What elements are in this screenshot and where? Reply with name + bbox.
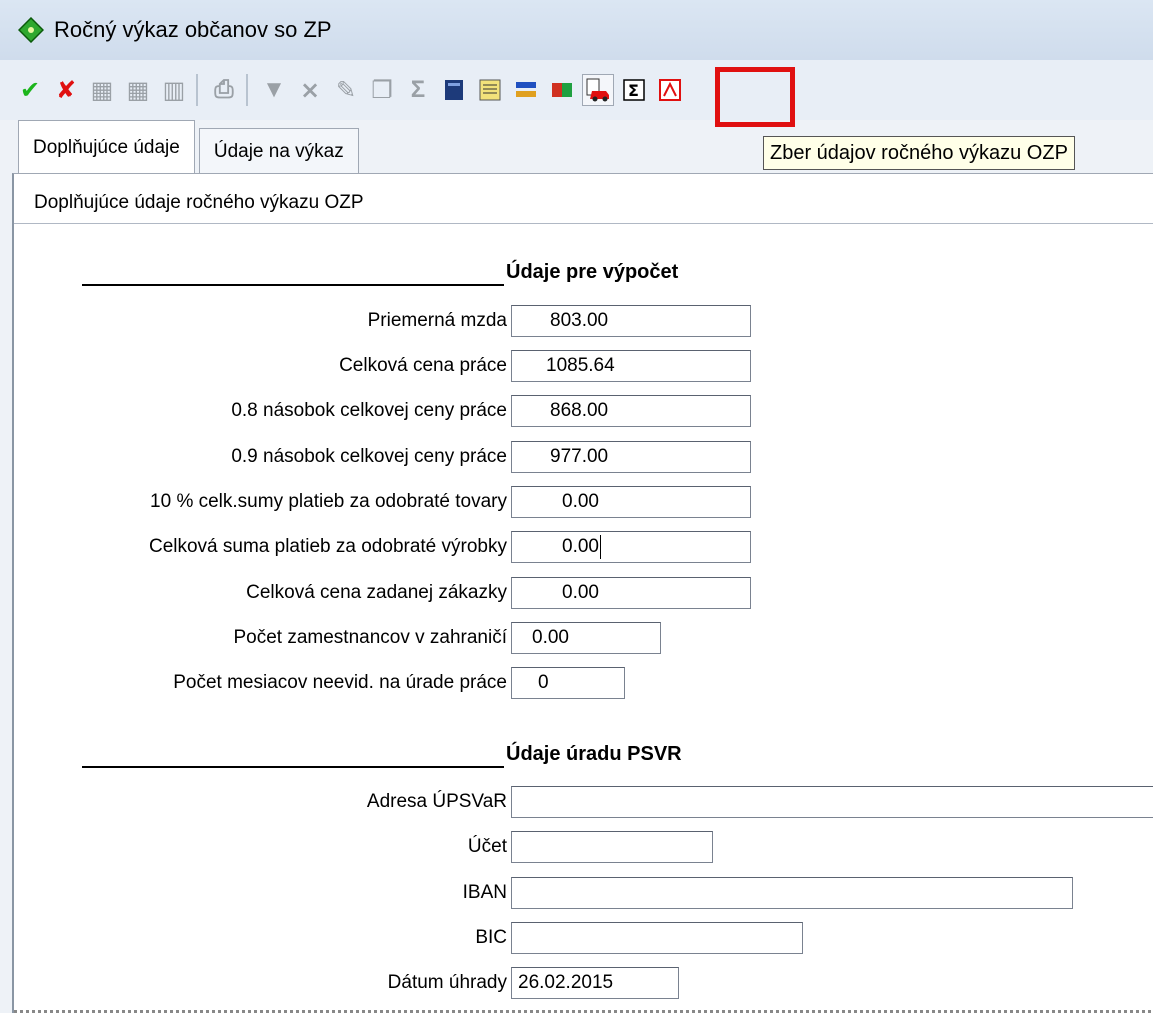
grid-edit-icon[interactable]: ▦ (122, 74, 154, 106)
section-title-psvr: Údaje úradu PSVR (506, 743, 682, 765)
label-adresa-upsvar: Adresa ÚPSVaR (366, 791, 507, 812)
label-datum-uhrady: Dátum úhrady (387, 972, 507, 993)
label-priemerna-mzda: Priemerná mzda (367, 310, 507, 331)
cancel-icon[interactable]: ✘ (50, 74, 82, 106)
pocet-mesiacov-field[interactable]: 0 (511, 667, 625, 699)
car-collect-icon[interactable] (582, 74, 614, 106)
tab-strip: Doplňujúce údaje Údaje na výkaz (0, 118, 359, 174)
label-pocet-mesiacov: Počet mesiacov neevid. na úrade práce (173, 672, 507, 693)
pdf-icon[interactable] (654, 74, 686, 106)
label-08-nasobok: 0.8 násobok celkovej ceny práce (231, 400, 507, 421)
window-title: Ročný výkaz občanov so ZP (54, 17, 332, 42)
title-bar: Ročný výkaz občanov so ZP (0, 0, 1153, 60)
label-celkova-cena-prace: Celková cena práce (339, 355, 507, 376)
celkova-cena-zakazky-field[interactable]: 0.00 (511, 577, 751, 609)
grid-icon[interactable]: ▦ (86, 74, 118, 106)
label-celkova-cena-zakazky: Celková cena zadanej zákazky (246, 582, 507, 603)
transfer-icon[interactable] (510, 74, 542, 106)
label-10-percent-tovary: 10 % celk.sumy platieb za odobraté tovar… (150, 491, 507, 512)
bic-field[interactable] (511, 922, 803, 954)
toolbar-separator (246, 74, 248, 106)
tab-udaje-na-vykaz[interactable]: Údaje na výkaz (198, 128, 359, 174)
content-panel: Doplňujúce údaje ročného výkazu OZP Údaj… (12, 173, 1153, 1013)
book-icon[interactable] (438, 74, 470, 106)
svg-text:Σ: Σ (628, 81, 639, 100)
label-ucet: Účet (467, 836, 507, 857)
adresa-upsvar-field[interactable] (511, 786, 1153, 818)
section-title-vypocet: Údaje pre výpočet (506, 261, 679, 283)
app-window: Ročný výkaz občanov so ZP ✔ ✘ ▦ ▦ ▥ ⎙ ▼ … (0, 0, 1153, 1013)
filter-icon[interactable]: ▼ (258, 74, 290, 106)
filter-edit-icon[interactable]: ✎ (330, 74, 362, 106)
pocet-zamestnancov-field[interactable]: 0.00 (511, 622, 661, 654)
label-pocet-zamestnancov: Počet zamestnancov v zahraničí (233, 627, 507, 648)
celkova-suma-vyrobky-field[interactable]: 0.00 (511, 531, 751, 563)
toolbar-separator (196, 74, 198, 106)
sum-icon[interactable]: Σ (402, 74, 434, 106)
iban-field[interactable] (511, 877, 1073, 909)
label-iban: IBAN (462, 882, 507, 903)
check-icon[interactable]: ✔ (14, 74, 46, 106)
label-bic: BIC (475, 927, 507, 948)
label-celkova-suma-vyrobky: Celková suma platieb za odobraté výrobky (148, 536, 507, 557)
filter-clear-icon[interactable]: ⨯ (294, 74, 326, 106)
section-divider (82, 284, 504, 286)
app-diamond-icon (18, 17, 44, 43)
copy-icon[interactable]: ❐ (366, 74, 398, 106)
text-caret (599, 535, 601, 559)
priemerna-mzda-field[interactable]: 803.00 (511, 305, 751, 337)
report-icon[interactable] (474, 74, 506, 106)
celkova-cena-prace-field[interactable]: 1085.64 (511, 350, 751, 382)
tooltip: Zber údajov ročného výkazu OZP (763, 136, 1075, 170)
section-divider (82, 766, 504, 768)
import-icon[interactable] (546, 74, 578, 106)
tab-doplnujuce-udaje[interactable]: Doplňujúce údaje (18, 120, 195, 174)
datum-uhrady-field[interactable]: 26.02.2015 (511, 967, 679, 999)
nasobok-09-field[interactable]: 977.00 (511, 441, 751, 473)
sigma-box-icon[interactable]: Σ (618, 74, 650, 106)
label-09-nasobok: 0.9 násobok celkovej ceny práce (231, 446, 507, 467)
nasobok-08-field[interactable]: 868.00 (511, 395, 751, 427)
panel-header: Doplňujúce údaje ročného výkazu OZP (14, 182, 1153, 224)
print-icon[interactable]: ⎙ (208, 74, 240, 106)
grid-delete-icon[interactable]: ▥ (158, 74, 190, 106)
tovary-10-percent-field[interactable]: 0.00 (511, 486, 751, 518)
toolbar: ✔ ✘ ▦ ▦ ▥ ⎙ ▼ ⨯ ✎ ❐ Σ Σ (0, 60, 1153, 120)
ucet-field[interactable] (511, 831, 713, 863)
